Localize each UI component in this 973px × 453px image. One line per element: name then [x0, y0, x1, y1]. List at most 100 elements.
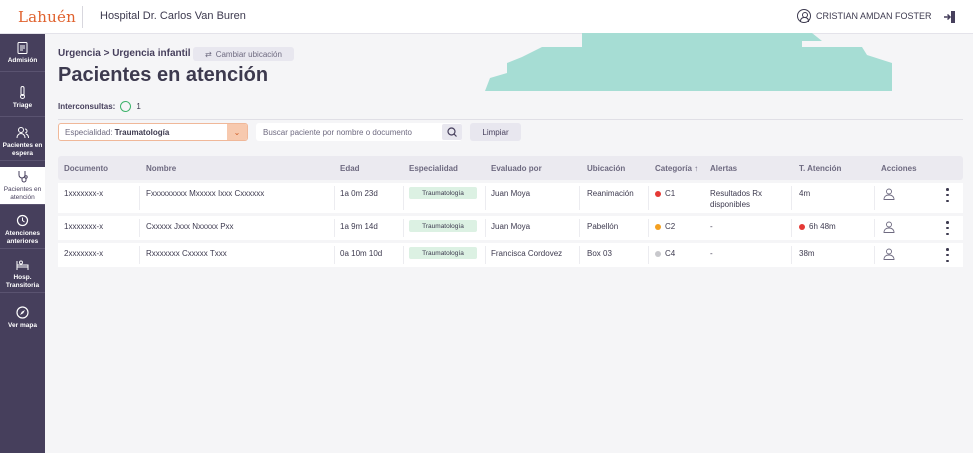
column-separator [485, 246, 486, 264]
more-options-icon[interactable] [946, 248, 950, 262]
sidebar-item-label: Admisión [7, 56, 38, 64]
clipboard-icon [17, 41, 28, 54]
cell-categoria: C4 [655, 248, 675, 259]
cell-evaluado: Francisca Cordovez [491, 249, 563, 258]
table-row[interactable]: 1xxxxxxx-x Cxxxxx Jxxx Nxxxxx Pxx 1a 9m … [58, 216, 963, 240]
divider [58, 119, 963, 120]
sidebar-item-pacientes-atencion[interactable]: Pacientes en atención [0, 167, 45, 205]
col-tiempo[interactable]: T. Atención [799, 164, 841, 173]
change-location-label: Cambiar ubicación [215, 49, 282, 59]
user-icon[interactable] [883, 248, 895, 260]
search-input[interactable] [256, 123, 462, 141]
change-location-button[interactable]: ⇄ Cambiar ubicación [193, 47, 294, 61]
cell-documento: 1xxxxxxx-x [64, 222, 104, 231]
column-separator [334, 219, 335, 237]
clear-button[interactable]: Limpiar [470, 123, 521, 141]
alert-dot [799, 223, 805, 230]
col-especialidad[interactable]: Especialidad [409, 164, 458, 173]
sidebar-item-pacientes-espera[interactable]: Pacientes en espera [0, 123, 45, 161]
col-categoria[interactable]: Categoría ↑ [655, 164, 698, 173]
patients-waiting-icon [16, 127, 29, 139]
column-separator [874, 219, 875, 237]
header-divider [82, 6, 83, 28]
app-logo[interactable]: Lahuén [18, 8, 76, 26]
specialty-badge: Traumatología [409, 220, 477, 232]
column-separator [139, 246, 140, 264]
column-separator [334, 246, 335, 264]
column-separator [403, 186, 404, 210]
sidebar-item-label: Atenciones anteriores [4, 230, 41, 245]
column-separator [579, 219, 580, 237]
cell-nombre: Fxxxxxxxxx Mxxxxx Ixxx Cxxxxxx [146, 189, 265, 198]
category-label: C2 [665, 222, 676, 231]
cell-ubicacion: Reanimación [587, 189, 634, 198]
sidebar-item-label: Pacientes en espera [2, 142, 43, 157]
interconsultas[interactable]: Interconsultas: 1 [58, 101, 141, 112]
column-separator [403, 219, 404, 237]
cell-alertas: - [710, 222, 713, 231]
category-dot [655, 250, 661, 257]
user-icon[interactable] [883, 188, 895, 200]
column-separator [648, 246, 649, 264]
column-separator [874, 186, 875, 210]
user-icon [797, 9, 811, 23]
col-acciones: Acciones [881, 164, 917, 173]
user-name: CRISTIAN AMDAN FOSTER [816, 11, 932, 21]
sidebar-item-label: Triage [12, 101, 33, 109]
search-icon[interactable] [442, 124, 462, 140]
sidebar-item-hosp-transitoria[interactable]: Hosp. Transitoria [0, 255, 45, 293]
column-separator [648, 219, 649, 237]
cell-tiempo: 38m [799, 249, 815, 258]
sidebar-item-ver-mapa[interactable]: Ver mapa [0, 299, 45, 337]
table-row[interactable]: 1xxxxxxx-x Fxxxxxxxxx Mxxxxx Ixxx Cxxxxx… [58, 183, 963, 213]
user-icon[interactable] [883, 221, 895, 233]
sidebar-item-atenciones-anteriores[interactable]: Atenciones anteriores [0, 211, 45, 249]
col-edad[interactable]: Edad [340, 164, 360, 173]
logout-icon[interactable] [943, 10, 957, 24]
sidebar-item-triage[interactable]: Triage [0, 79, 45, 117]
sidebar-item-admision[interactable]: Admisión [0, 34, 45, 72]
column-separator [403, 246, 404, 264]
specialty-select[interactable]: Especialidad: Traumatología ⌄ [58, 123, 248, 141]
sidebar-item-label: Hosp. Transitoria [5, 274, 40, 289]
interconsultas-label: Interconsultas: [58, 102, 116, 111]
specialty-badge: Traumatología [409, 247, 477, 259]
category-dot [655, 223, 661, 230]
cell-documento: 1xxxxxxx-x [64, 189, 104, 198]
more-options-icon[interactable] [946, 221, 950, 235]
cell-categoria: C2 [655, 221, 675, 232]
sidebar-item-label: Ver mapa [8, 322, 37, 330]
col-ubicacion[interactable]: Ubicación [587, 164, 625, 173]
refresh-icon: ⇄ [205, 49, 212, 59]
time-label: 6h 48m [809, 222, 836, 231]
column-separator [139, 219, 140, 237]
breadcrumb[interactable]: Urgencia > Urgencia infantil [58, 48, 191, 59]
interconsultas-count: 1 [136, 102, 141, 111]
column-separator [579, 246, 580, 264]
cell-evaluado: Juan Moya [491, 222, 531, 231]
cell-nombre: Cxxxxx Jxxx Nxxxxx Pxx [146, 222, 234, 231]
table-row[interactable]: 2xxxxxxx-x Rxxxxxxx Cxxxxx Txxx 0a 10m 1… [58, 243, 963, 267]
cell-tiempo: 4m [799, 189, 811, 198]
specialty-badge: Traumatología [409, 187, 477, 199]
category-label: C4 [665, 249, 676, 258]
col-nombre[interactable]: Nombre [146, 164, 176, 173]
user-menu[interactable]: CRISTIAN AMDAN FOSTER [797, 9, 932, 23]
cell-evaluado: Juan Moya [491, 189, 531, 198]
more-options-icon[interactable] [946, 188, 950, 202]
cell-nombre: Rxxxxxxx Cxxxxx Txxx [146, 249, 227, 258]
col-alertas[interactable]: Alertas [710, 164, 737, 173]
cell-alertas: - [710, 249, 713, 258]
cell-ubicacion: Pabellón [587, 222, 619, 231]
col-documento[interactable]: Documento [64, 164, 108, 173]
chevron-down-icon[interactable]: ⌄ [227, 124, 247, 140]
column-separator [791, 246, 792, 264]
cell-categoria: C1 [655, 188, 675, 199]
cell-tiempo: 6h 48m [799, 221, 836, 232]
cell-alertas: Resultados Rx disponibles [710, 189, 763, 209]
column-separator [648, 186, 649, 210]
specialty-value: Traumatología [114, 127, 170, 137]
specialty-label: Especialidad: [65, 127, 113, 137]
cell-edad: 0a 10m 10d [340, 249, 383, 258]
col-evaluado[interactable]: Evaluado por [491, 164, 542, 173]
